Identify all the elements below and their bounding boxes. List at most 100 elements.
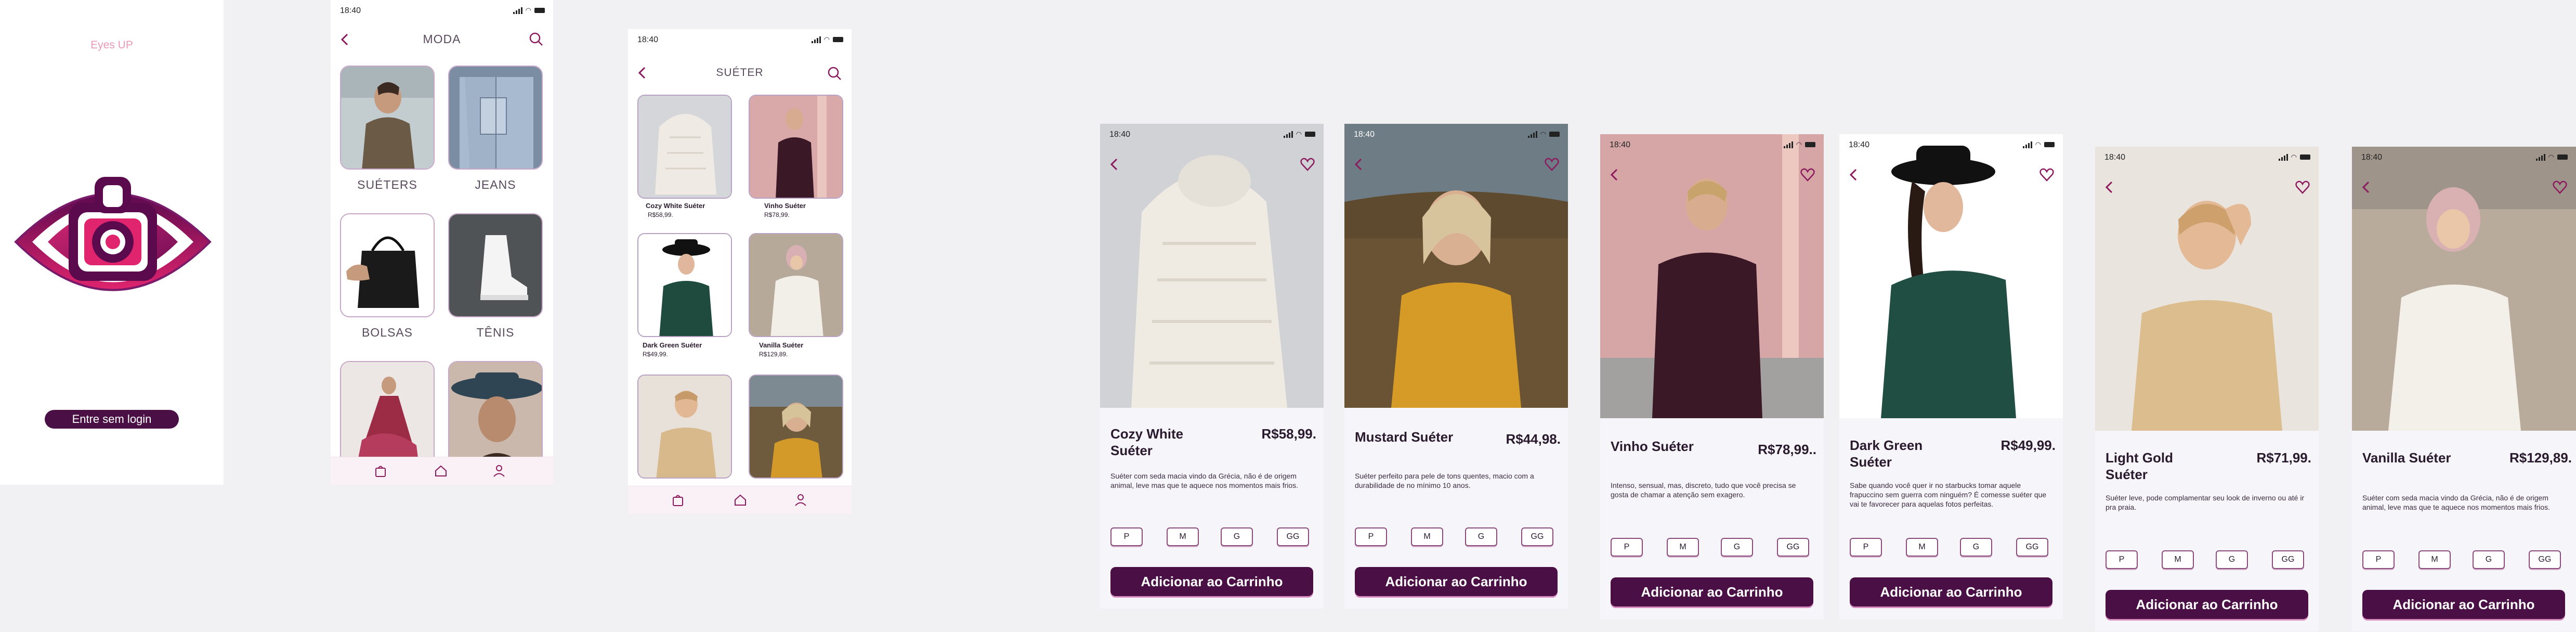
status-bar: 18:40 ◠ — [628, 29, 852, 55]
product-description: Suéter com seda macia vindo da Grécia, n… — [1110, 472, 1299, 489]
product-tile-cozy-white[interactable] — [637, 95, 732, 199]
product-detail-light-gold: 18:40 ◠ Light Gold Suéter R$71,99. Suéte… — [2095, 147, 2319, 631]
favorite-heart-icon[interactable] — [2552, 180, 2568, 195]
product-tile-vinho[interactable] — [749, 95, 843, 199]
login-button[interactable]: Entre sem login — [45, 410, 179, 429]
size-option-p[interactable]: P — [2106, 550, 2138, 569]
signal-icon — [2022, 141, 2032, 148]
home-icon[interactable] — [433, 462, 449, 479]
wifi-icon: ◠ — [823, 35, 830, 43]
category-tile-hats[interactable] — [448, 361, 543, 465]
product-description: Sabe quando você quer ir no starbucks to… — [1850, 481, 2047, 508]
size-option-gg[interactable]: GG — [2529, 550, 2561, 569]
back-icon[interactable] — [1848, 167, 1860, 182]
size-option-gg[interactable]: GG — [1521, 527, 1553, 546]
size-option-p[interactable]: P — [1355, 527, 1387, 546]
size-option-g[interactable]: G — [2216, 550, 2248, 569]
size-option-g[interactable]: G — [1960, 538, 1992, 557]
jeans-photo — [449, 67, 542, 169]
favorite-heart-icon[interactable] — [2039, 167, 2055, 182]
size-option-p[interactable]: P — [2362, 550, 2395, 569]
status-time: 18:40 — [1849, 140, 1870, 149]
category-tile-jeans[interactable] — [448, 66, 543, 170]
status-bar: 18:40 ◠ — [331, 0, 553, 26]
size-option-m[interactable]: M — [1411, 527, 1443, 546]
category-tile-sneakers[interactable] — [448, 213, 543, 317]
size-option-g[interactable]: G — [1721, 538, 1753, 557]
search-icon[interactable] — [528, 31, 544, 47]
battery-icon — [1805, 142, 1815, 147]
back-icon[interactable] — [1108, 157, 1121, 172]
product-name: Vinho Suéter — [764, 202, 806, 210]
wifi-icon: ◠ — [1796, 140, 1802, 148]
status-time: 18:40 — [340, 6, 361, 15]
product-photo — [750, 96, 842, 198]
size-option-p[interactable]: P — [1110, 527, 1143, 546]
category-tile-dresses[interactable] — [340, 361, 435, 465]
product-name: Vanilla Suéter — [759, 341, 804, 349]
product-tile-vanilla[interactable] — [749, 233, 843, 337]
category-tile-sweaters[interactable] — [340, 66, 435, 170]
wifi-icon: ◠ — [2035, 140, 2041, 148]
product-tile-mustard[interactable] — [749, 375, 843, 479]
sweaters-photo — [341, 67, 434, 169]
product-detail-vinho: 18:40 ◠ Vinho Suéter R$78,99.. Intenso, … — [1600, 134, 1824, 619]
favorite-heart-icon[interactable] — [2295, 180, 2310, 195]
battery-icon — [2300, 154, 2310, 160]
favorite-heart-icon[interactable] — [1300, 157, 1315, 172]
add-to-cart-button[interactable]: Adicionar ao Carrinho — [1611, 577, 1813, 607]
status-time: 18:40 — [1109, 130, 1131, 139]
size-option-gg[interactable]: GG — [2272, 550, 2304, 569]
size-option-m[interactable]: M — [1167, 527, 1199, 546]
category-tile-bags[interactable] — [340, 213, 435, 317]
home-icon[interactable] — [732, 492, 749, 508]
bottom-nav — [628, 486, 852, 514]
size-option-g[interactable]: G — [1221, 527, 1253, 546]
user-icon[interactable] — [491, 462, 507, 479]
product-price: R$129,89. — [759, 351, 788, 358]
size-option-m[interactable]: M — [1667, 538, 1699, 557]
size-option-g[interactable]: G — [1465, 527, 1497, 546]
size-option-gg[interactable]: GG — [2016, 538, 2048, 557]
wifi-icon: ◠ — [2291, 153, 2297, 161]
back-icon[interactable] — [2360, 180, 2373, 195]
status-bar: 18:40 ◠ — [1344, 124, 1568, 150]
product-tile-dark-green[interactable] — [637, 233, 732, 337]
user-icon[interactable] — [792, 492, 809, 508]
product-photo — [1100, 124, 1324, 408]
product-name: Mustard Suéter — [1355, 429, 1454, 445]
status-bar: 18:40 ◠ — [2352, 147, 2576, 173]
favorite-heart-icon[interactable] — [1800, 167, 1815, 182]
add-to-cart-button[interactable]: Adicionar ao Carrinho — [1355, 567, 1558, 596]
status-icons: ◠ — [1527, 130, 1560, 138]
size-option-m[interactable]: M — [1906, 538, 1938, 557]
size-option-g[interactable]: G — [2473, 550, 2505, 569]
add-to-cart-button[interactable]: Adicionar ao Carrinho — [1110, 567, 1313, 596]
battery-icon — [2557, 154, 2568, 160]
bag-icon[interactable] — [372, 462, 389, 479]
add-to-cart-button[interactable]: Adicionar ao Carrinho — [2106, 590, 2308, 619]
size-option-gg[interactable]: GG — [1777, 538, 1809, 557]
size-option-gg[interactable]: GG — [1277, 527, 1309, 546]
size-option-p[interactable]: P — [1611, 538, 1643, 557]
add-to-cart-button[interactable]: Adicionar ao Carrinho — [1850, 577, 2052, 607]
product-price: R$78,99. — [764, 211, 790, 218]
back-icon[interactable] — [2103, 180, 2116, 195]
product-description: Suéter leve, pode complamentar seu look … — [2106, 494, 2305, 511]
signal-icon — [513, 7, 522, 14]
bags-photo — [341, 214, 434, 316]
product-price: R$71,99. — [2256, 450, 2311, 466]
size-option-p[interactable]: P — [1850, 538, 1882, 557]
search-icon[interactable] — [827, 66, 842, 81]
size-option-m[interactable]: M — [2418, 550, 2451, 569]
product-tile-light-gold[interactable] — [637, 375, 732, 479]
back-icon[interactable] — [1353, 157, 1365, 172]
favorite-heart-icon[interactable] — [1544, 157, 1560, 172]
back-icon[interactable] — [1609, 167, 1621, 182]
bag-icon[interactable] — [670, 492, 686, 508]
size-option-m[interactable]: M — [2162, 550, 2194, 569]
splash-screen: Eyes UP Entre sem login — [0, 0, 224, 485]
product-name: Vinho Suéter — [1611, 438, 1694, 454]
brand-name: Eyes UP — [90, 39, 133, 51]
add-to-cart-button[interactable]: Adicionar ao Carrinho — [2362, 590, 2565, 619]
